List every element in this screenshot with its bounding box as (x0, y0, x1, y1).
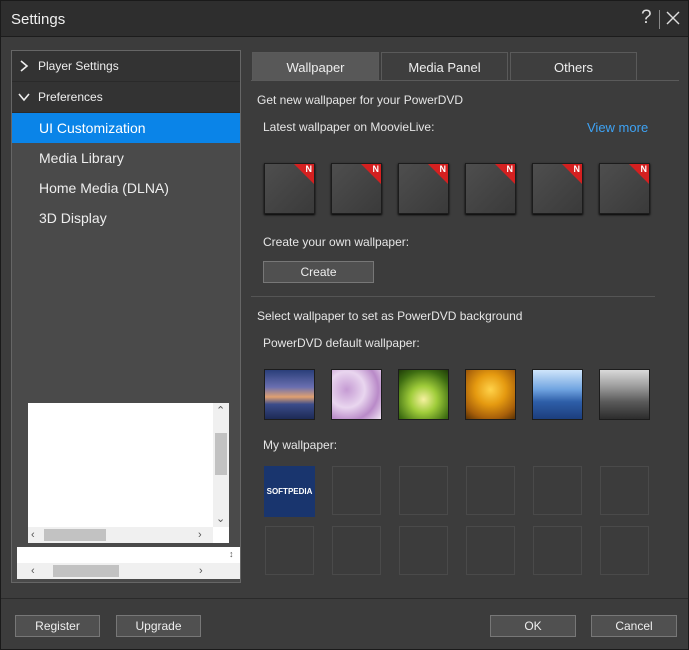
nav-group-label: Preferences (38, 90, 103, 104)
latest-label: Latest wallpaper on MoovieLive: (263, 120, 435, 134)
latest-wallpaper-tile[interactable]: N (398, 163, 449, 214)
title-bar: Settings ? (1, 1, 688, 37)
my-wallpaper-label: My wallpaper: (263, 438, 338, 452)
scroll-up-icon[interactable]: ⌃ (216, 405, 225, 417)
chevron-right-icon (20, 60, 29, 72)
latest-wallpaper-tile[interactable]: N (465, 163, 516, 214)
select-heading: Select wallpaper to set as PowerDVD back… (257, 309, 523, 323)
wallpaper-sunset-lake[interactable] (264, 369, 315, 420)
footer-separator (1, 598, 688, 599)
nav-item-ui-customization[interactable]: UI Customization (12, 113, 240, 143)
window-title: Settings (11, 11, 66, 28)
chevron-down-icon (18, 93, 30, 102)
secondary-box: ↕ ‹ › (17, 547, 240, 579)
scrollbar-thumb[interactable] (215, 433, 227, 475)
empty-wallpaper-slot[interactable] (399, 466, 448, 515)
scroll-right-icon[interactable]: › (198, 529, 202, 541)
get-new-heading: Get new wallpaper for your PowerDVD (257, 93, 464, 107)
new-badge-label: N (372, 164, 380, 174)
my-wallpaper-tile[interactable]: SOFTPEDIA (264, 466, 315, 517)
scroll-left-icon[interactable]: ‹ (31, 529, 35, 541)
latest-wallpaper-tile[interactable]: N (532, 163, 583, 214)
view-more-link[interactable]: View more (587, 120, 648, 135)
scroll-right-icon[interactable]: › (199, 565, 203, 577)
empty-wallpaper-slot[interactable] (332, 526, 381, 575)
empty-wallpaper-slot[interactable] (265, 526, 314, 575)
horizontal-scrollbar[interactable]: ‹ › (28, 527, 213, 543)
settings-nav-panel: Player Settings Preferences UI Customiza… (11, 50, 241, 583)
title-separator (659, 10, 660, 29)
latest-wallpaper-tile[interactable]: N (331, 163, 382, 214)
empty-wallpaper-slot[interactable] (600, 466, 649, 515)
tab-others[interactable]: Others (510, 52, 637, 81)
new-badge-label: N (439, 164, 447, 174)
empty-wallpaper-slot[interactable] (600, 526, 649, 575)
register-button[interactable]: Register (15, 615, 100, 637)
empty-wallpaper-slot[interactable] (466, 526, 515, 575)
new-badge-label: N (640, 164, 648, 174)
wallpaper-green-forest[interactable] (398, 369, 449, 420)
spin-icon[interactable]: ↕ (229, 548, 234, 560)
empty-wallpaper-slot[interactable] (332, 466, 381, 515)
create-label: Create your own wallpaper: (263, 235, 410, 249)
nav-group-label: Player Settings (38, 59, 119, 73)
empty-wallpaper-slot[interactable] (533, 526, 582, 575)
nav-item-3d-display[interactable]: 3D Display (12, 203, 240, 233)
latest-wallpaper-tile[interactable]: N (264, 163, 315, 214)
settings-window: Settings ? Player Settings Preferences U… (0, 0, 689, 650)
help-button[interactable]: ? (641, 7, 652, 29)
new-badge-label: N (573, 164, 581, 174)
section-divider (251, 296, 655, 297)
scroll-left-icon[interactable]: ‹ (31, 565, 35, 577)
upgrade-button[interactable]: Upgrade (116, 615, 201, 637)
create-button[interactable]: Create (263, 261, 374, 283)
close-icon (666, 11, 680, 25)
cancel-button[interactable]: Cancel (591, 615, 677, 637)
tab-underline (251, 80, 679, 81)
empty-wallpaper-slot[interactable] (533, 466, 582, 515)
horizontal-scrollbar[interactable]: ‹ › (17, 563, 240, 579)
tab-wallpaper[interactable]: Wallpaper (252, 52, 379, 81)
wallpaper-city-skyline[interactable] (599, 369, 650, 420)
scrollbar-thumb[interactable] (44, 529, 106, 541)
scrollbar-thumb[interactable] (53, 565, 119, 577)
scroll-down-icon[interactable]: ⌄ (216, 513, 225, 525)
wallpaper-autumn-trees[interactable] (465, 369, 516, 420)
wallpaper-blue-mountains[interactable] (532, 369, 583, 420)
vertical-scrollbar[interactable]: ⌃ ⌄ (213, 403, 229, 527)
tab-media-panel[interactable]: Media Panel (381, 52, 508, 81)
close-button[interactable] (663, 8, 683, 28)
nav-group-preferences[interactable]: Preferences (12, 82, 240, 113)
empty-wallpaper-slot[interactable] (399, 526, 448, 575)
latest-wallpaper-tile[interactable]: N (599, 163, 650, 214)
nav-group-player-settings[interactable]: Player Settings (12, 51, 240, 82)
ok-button[interactable]: OK (490, 615, 576, 637)
new-badge-label: N (305, 164, 313, 174)
preview-box: ⌃ ⌄ ‹ › (28, 403, 229, 543)
nav-item-media-library[interactable]: Media Library (12, 143, 240, 173)
nav-item-home-media[interactable]: Home Media (DLNA) (12, 173, 240, 203)
default-label: PowerDVD default wallpaper: (263, 336, 420, 350)
empty-wallpaper-slot[interactable] (466, 466, 515, 515)
new-badge-label: N (506, 164, 514, 174)
wallpaper-lavender-flowers[interactable] (331, 369, 382, 420)
